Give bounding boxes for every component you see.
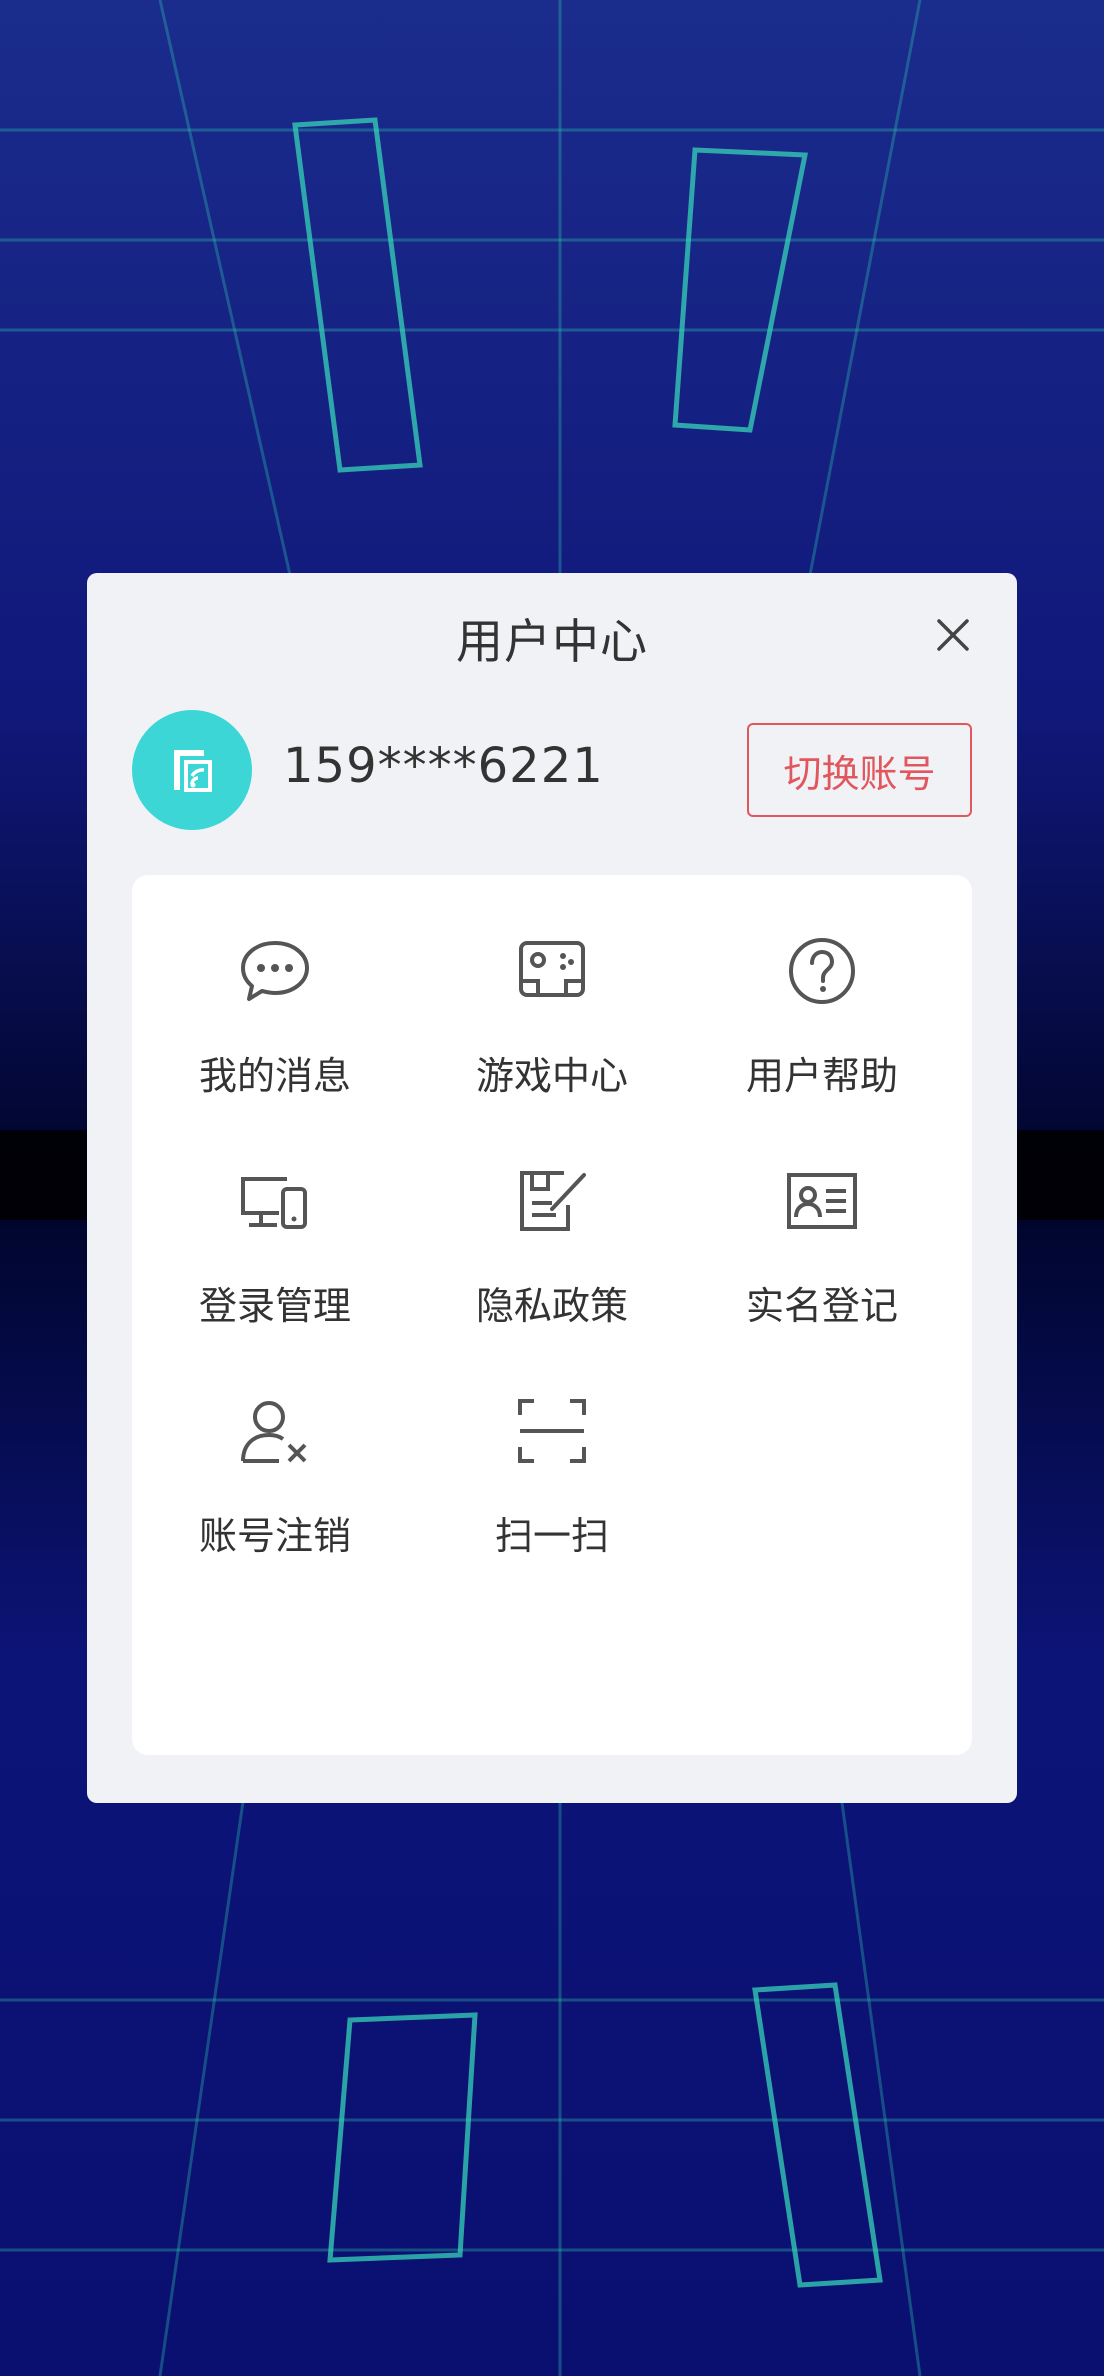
menu-item-label: 游戏中心 bbox=[475, 1054, 628, 1098]
menu-item-label: 用户帮助 bbox=[745, 1054, 898, 1098]
menu-item-label: 扫一扫 bbox=[494, 1514, 609, 1558]
menu-item-account-cancel[interactable]: 账号注销 bbox=[155, 1395, 395, 1585]
menu-item-label: 隐私政策 bbox=[475, 1284, 628, 1328]
menu-item-label: 我的消息 bbox=[198, 1054, 351, 1098]
close-icon bbox=[937, 619, 969, 651]
app-logo-icon bbox=[174, 750, 212, 792]
menu-item-messages[interactable]: 我的消息 bbox=[155, 935, 395, 1125]
menu-item-label: 账号注销 bbox=[198, 1514, 351, 1558]
user-remove-icon bbox=[241, 1401, 307, 1463]
gamepad-icon bbox=[519, 941, 585, 997]
menu-item-help[interactable]: 用户帮助 bbox=[702, 935, 942, 1125]
devices-icon bbox=[241, 1177, 307, 1229]
switch-account-button[interactable]: 切换账号 bbox=[747, 723, 972, 817]
menu-item-game-center[interactable]: 游戏中心 bbox=[432, 935, 672, 1125]
menu-item-scan[interactable]: 扫一扫 bbox=[432, 1395, 672, 1585]
close-button[interactable] bbox=[927, 609, 979, 661]
id-card-icon bbox=[787, 1173, 857, 1229]
menu-item-privacy-policy[interactable]: 隐私政策 bbox=[432, 1165, 672, 1355]
screen: 用户中心 159****6221 切换账号 我的消息 游戏中心 用户帮助 登录管… bbox=[0, 0, 1104, 2376]
dialog-title: 用户中心 bbox=[456, 615, 648, 670]
menu-item-real-name[interactable]: 实名登记 bbox=[702, 1165, 942, 1355]
menu-item-label: 实名登记 bbox=[745, 1284, 898, 1328]
menu-item-label: 登录管理 bbox=[198, 1284, 351, 1328]
menu-panel: 我的消息 游戏中心 用户帮助 登录管理 隐私政策 实名登记 账号注销 扫一扫 bbox=[132, 875, 972, 1755]
account-phone: 159****6221 bbox=[283, 738, 604, 794]
help-circle-icon bbox=[789, 938, 855, 1004]
scan-icon bbox=[518, 1399, 586, 1463]
menu-item-login-management[interactable]: 登录管理 bbox=[155, 1165, 395, 1355]
user-center-dialog: 用户中心 159****6221 切换账号 我的消息 游戏中心 用户帮助 登录管… bbox=[87, 573, 1017, 1803]
avatar bbox=[132, 710, 252, 830]
document-edit-icon bbox=[520, 1171, 586, 1231]
chat-bubble-icon bbox=[241, 941, 309, 1001]
